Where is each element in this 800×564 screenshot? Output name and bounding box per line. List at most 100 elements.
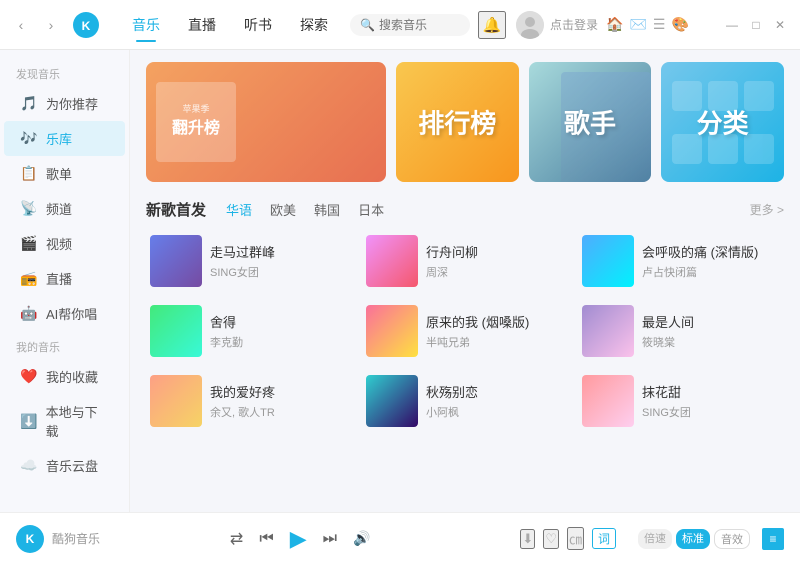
- bell-button[interactable]: 🔔: [478, 11, 506, 39]
- artists-label: 歌手: [564, 104, 616, 141]
- login-text: 点击登录: [550, 16, 598, 33]
- tab-korean[interactable]: 韩国: [306, 198, 348, 221]
- search-input[interactable]: [379, 18, 469, 32]
- song-grid: 走马过群峰 SING女团 行舟问柳 周深 会呼吸的痛 (深情版) 卢占快闭篇 舍…: [146, 231, 784, 431]
- search-icon: 🔍: [360, 18, 375, 32]
- mail-icon[interactable]: ✉️: [629, 16, 646, 33]
- sidebar-item-favorites[interactable]: ❤️ 我的收藏: [4, 359, 125, 394]
- forward-button[interactable]: ›: [40, 14, 62, 36]
- banner-row: 苹果季 翻升榜 排行榜 歌手: [146, 62, 784, 182]
- cloud-icon: ☁️: [20, 457, 38, 474]
- song-card-6[interactable]: 我的爱好疼 余又, 歌人TR: [146, 371, 352, 431]
- sidebar-item-library[interactable]: 🎶 乐库: [4, 121, 125, 156]
- tab-japanese[interactable]: 日本: [350, 198, 392, 221]
- next-button[interactable]: ⏭: [323, 530, 337, 548]
- nav-item-explore[interactable]: 探索: [288, 10, 340, 40]
- charts-label: 排行榜: [418, 104, 496, 141]
- sidebar-label-radio: 直播: [46, 269, 72, 288]
- song-card-7[interactable]: 秋殇别恋 小阿枫: [362, 371, 568, 431]
- song-title-0: 走马过群峰: [210, 242, 348, 261]
- tab-chinese[interactable]: 华语: [218, 198, 260, 221]
- downloads-icon: ⬇️: [20, 413, 38, 430]
- play-button[interactable]: ▶: [290, 526, 307, 552]
- song-artist-1: 周深: [426, 264, 564, 280]
- song-artist-6: 余又, 歌人TR: [210, 404, 348, 420]
- skin-icon[interactable]: 🎨: [671, 16, 688, 33]
- speed-badge-standard[interactable]: 标准: [676, 529, 710, 549]
- banner-category[interactable]: 分类: [661, 62, 784, 182]
- sidebar-item-recommend[interactable]: 🎵 为你推荐: [4, 86, 125, 121]
- close-button[interactable]: ✕: [770, 15, 790, 35]
- window-controls: — □ ✕: [722, 15, 790, 35]
- banner-artists[interactable]: 歌手: [529, 62, 652, 182]
- search-box[interactable]: 🔍: [350, 14, 470, 36]
- sidebar-label-channel: 频道: [46, 199, 72, 218]
- song-title-7: 秋殇别恋: [426, 382, 564, 401]
- song-artist-0: SING女团: [210, 264, 348, 280]
- prev-button[interactable]: ⏮: [259, 530, 273, 548]
- song-card-0[interactable]: 走马过群峰 SING女团: [146, 231, 352, 291]
- sidebar-label-ai: AI帮你唱: [46, 304, 97, 323]
- song-info-0: 走马过群峰 SING女团: [210, 242, 348, 280]
- shuffle-button[interactable]: ⇄: [230, 529, 243, 549]
- back-button[interactable]: ‹: [10, 14, 32, 36]
- song-info-5: 最是人间 筱晓棠: [642, 312, 780, 350]
- minimize-button[interactable]: —: [722, 15, 742, 35]
- sidebar-label-downloads: 本地与下载: [46, 402, 109, 440]
- more-link[interactable]: 更多 >: [750, 201, 784, 218]
- song-title-1: 行舟问柳: [426, 242, 564, 261]
- nav-item-live[interactable]: 直播: [176, 10, 228, 40]
- share-button[interactable]: ㎝: [567, 527, 584, 550]
- sidebar-item-playlist[interactable]: 📋 歌单: [4, 156, 125, 191]
- sidebar-item-downloads[interactable]: ⬇️ 本地与下载: [4, 394, 125, 448]
- sidebar-item-ai[interactable]: 🤖 AI帮你唱: [4, 296, 125, 331]
- song-info-7: 秋殇别恋 小阿枫: [426, 382, 564, 420]
- player-controls: ⇄ ⏮ ▶ ⏭ 🔊: [230, 526, 371, 552]
- sidebar-item-radio[interactable]: 📻 直播: [4, 261, 125, 296]
- title-bar: ‹ › K 音乐 直播 听书 探索 🔍 🔔 点击登录 🏠 ✉️ ☰ 🎨 — □ …: [0, 0, 800, 50]
- player-logo: K: [16, 525, 44, 553]
- speed-options: 倍速 标准 音效: [638, 529, 750, 549]
- song-title-3: 舍得: [210, 312, 348, 331]
- song-card-8[interactable]: 抹花甜 SING女团: [578, 371, 784, 431]
- speed-badge-multiplier[interactable]: 倍速: [638, 529, 672, 549]
- song-title-2: 会呼吸的痛 (深情版): [642, 242, 780, 261]
- sidebar-label-favorites: 我的收藏: [46, 367, 98, 386]
- speed-badge-effect[interactable]: 音效: [714, 529, 750, 549]
- favorites-icon: ❤️: [20, 368, 38, 385]
- sidebar-label-playlist: 歌单: [46, 164, 72, 183]
- svg-text:K: K: [82, 19, 91, 33]
- song-title-6: 我的爱好疼: [210, 382, 348, 401]
- song-card-4[interactable]: 原来的我 (烟嗓版) 半吨兄弟: [362, 301, 568, 361]
- maximize-button[interactable]: □: [746, 15, 766, 35]
- library-icon: 🎶: [20, 130, 38, 147]
- logo-area: K: [72, 11, 100, 39]
- tab-western[interactable]: 欧美: [262, 198, 304, 221]
- main-nav: 音乐 直播 听书 探索: [120, 10, 340, 40]
- like-button[interactable]: ♡: [543, 529, 559, 549]
- banner-charts[interactable]: 排行榜: [396, 62, 519, 182]
- nav-item-music[interactable]: 音乐: [120, 10, 172, 40]
- song-info-3: 舍得 李克勤: [210, 312, 348, 350]
- menu-icon[interactable]: ☰: [653, 16, 666, 33]
- song-card-1[interactable]: 行舟问柳 周深: [362, 231, 568, 291]
- sidebar-label-library: 乐库: [46, 129, 72, 148]
- sidebar-item-channel[interactable]: 📡 频道: [4, 191, 125, 226]
- lyrics-button[interactable]: 词: [592, 528, 616, 549]
- playlist-button[interactable]: ≡: [762, 528, 784, 550]
- nav-item-audiobook[interactable]: 听书: [232, 10, 284, 40]
- sidebar-item-cloud[interactable]: ☁️ 音乐云盘: [4, 448, 125, 483]
- user-area[interactable]: 点击登录: [516, 11, 598, 39]
- recommend-icon: 🎵: [20, 95, 38, 112]
- song-card-2[interactable]: 会呼吸的痛 (深情版) 卢占快闭篇: [578, 231, 784, 291]
- download-button[interactable]: ⬇: [520, 529, 535, 549]
- home-icon[interactable]: 🏠: [606, 16, 623, 33]
- song-card-5[interactable]: 最是人间 筱晓棠: [578, 301, 784, 361]
- banner-main[interactable]: 苹果季 翻升榜: [146, 62, 386, 182]
- sidebar: 发现音乐 🎵 为你推荐 🎶 乐库 📋 歌单 📡 频道 🎬 视频 📻 直播 🤖 A…: [0, 50, 130, 512]
- sidebar-item-video[interactable]: 🎬 视频: [4, 226, 125, 261]
- song-card-3[interactable]: 舍得 李克勤: [146, 301, 352, 361]
- album-art-placeholder: 苹果季 翻升榜: [156, 82, 236, 162]
- song-artist-7: 小阿枫: [426, 404, 564, 420]
- volume-button[interactable]: 🔊: [353, 530, 370, 547]
